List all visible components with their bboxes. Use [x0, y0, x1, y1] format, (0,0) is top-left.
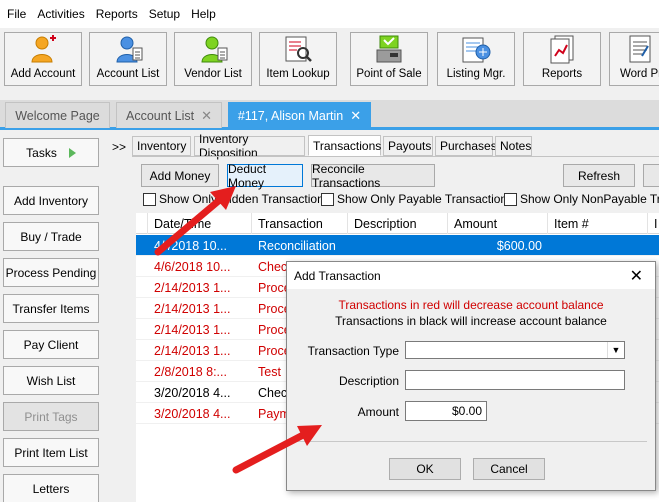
cell-description: [348, 235, 448, 256]
tab-welcome-page[interactable]: Welcome Page: [5, 102, 110, 128]
cell-date: 4/ /2018 10...: [154, 238, 227, 253]
show-hidden-checkbox[interactable]: Show Only Hidden Transactions: [143, 192, 330, 206]
refresh-button[interactable]: Refresh: [563, 164, 635, 187]
item-lookup-icon: [285, 36, 312, 62]
tab-account-list[interactable]: Account List ✕: [116, 102, 222, 128]
reports-button[interactable]: Reports: [523, 32, 601, 86]
tab-account-117[interactable]: #117, Alison Martin ✕: [228, 102, 371, 128]
point-of-sale-button[interactable]: Point of Sale: [350, 32, 428, 86]
collapse-toggle[interactable]: >>: [112, 140, 126, 154]
task-sidebar: Tasks Add Inventory Buy / Trade Process …: [0, 133, 104, 502]
add-account-button[interactable]: Add Account: [4, 32, 82, 86]
item-lookup-button[interactable]: Item Lookup: [259, 32, 337, 86]
dialog-title-bar: Add Transaction ✕: [287, 262, 655, 289]
add-inventory-button[interactable]: Add Inventory: [3, 186, 99, 215]
wish-list-button[interactable]: Wish List: [3, 366, 99, 395]
reports-icon: [550, 35, 574, 64]
letters-button[interactable]: Letters: [3, 474, 99, 502]
print-item-list-button[interactable]: Print Item List: [3, 438, 99, 467]
account-list-button[interactable]: Account List: [89, 32, 167, 86]
listing-manager-icon: [462, 37, 491, 63]
deduct-money-button[interactable]: Deduct Money: [227, 162, 303, 190]
column-header-description[interactable]: Description: [348, 213, 448, 234]
column-header-transaction[interactable]: Transaction: [252, 213, 348, 234]
word-processor-button[interactable]: Word Pr: [609, 32, 659, 86]
checkbox-box[interactable]: [321, 192, 334, 206]
print-tags-button: Print Tags: [3, 402, 99, 431]
cell-date: 2/14/2013 1...: [154, 343, 231, 358]
subtab-inventory-disposition[interactable]: Inventory Disposition: [194, 132, 305, 160]
column-header-date[interactable]: Date/Time: [148, 213, 252, 234]
process-pending-button[interactable]: Process Pending: [3, 258, 99, 287]
cell-amount: $600.00: [496, 238, 542, 253]
description-label: Description: [338, 374, 399, 388]
document-tabs: Welcome Page Account List ✕ #117, Alison…: [0, 100, 659, 130]
cell-date: 2/8/2018 8:...: [154, 364, 227, 379]
arrow-right-icon: [68, 147, 76, 158]
menu-setup[interactable]: Setup: [149, 7, 180, 21]
grid-header: Date/Time Transaction Description Amount…: [136, 213, 659, 234]
menu-help[interactable]: Help: [191, 7, 216, 21]
column-header-item-number[interactable]: Item #: [548, 213, 648, 234]
account-list-icon: [116, 36, 143, 63]
point-of-sale-icon: [376, 35, 402, 63]
description-input[interactable]: [405, 370, 625, 390]
subtab-transactions[interactable]: Transactions: [308, 135, 381, 156]
dialog-red-note: Transactions in red will decrease accoun…: [338, 298, 604, 312]
menu-file[interactable]: File: [7, 7, 26, 21]
amount-input[interactable]: $0.00: [405, 401, 487, 421]
cancel-button[interactable]: Cancel: [473, 458, 545, 480]
cell-date: 2/14/2013 1...: [154, 280, 231, 295]
listing-manager-button[interactable]: Listing Mgr.: [437, 32, 515, 86]
cell-transaction: Reconciliation: [258, 238, 336, 253]
vendor-list-icon: [201, 36, 228, 63]
cell-date: 2/14/2013 1...: [154, 301, 231, 316]
show-nonpayable-checkbox[interactable]: Show Only NonPayable Trans: [504, 192, 659, 206]
transfer-items-button[interactable]: Transfer Items: [3, 294, 99, 323]
add-money-button[interactable]: Add Money: [141, 164, 219, 187]
dialog-black-note: Transactions in black will increase acco…: [335, 314, 607, 328]
vendor-list-button[interactable]: Vendor List: [174, 32, 252, 86]
word-processor-icon: [629, 35, 651, 63]
amount-label: Amount: [357, 405, 399, 419]
dialog-title: Add Transaction: [294, 268, 381, 283]
column-header-amount[interactable]: Amount: [448, 213, 548, 234]
checkbox-box[interactable]: [504, 192, 517, 206]
subtab-inventory[interactable]: Inventory: [132, 136, 191, 156]
cell-date: 4/6/2018 10...: [154, 259, 231, 274]
tasks-button[interactable]: Tasks: [3, 138, 99, 167]
close-icon[interactable]: ✕: [201, 108, 212, 124]
more-button[interactable]: [643, 164, 659, 187]
main-toolbar: Add Account Account List Vendor List Ite…: [0, 28, 659, 90]
transaction-type-label: Transaction Type: [307, 344, 399, 358]
pay-client-button[interactable]: Pay Client: [3, 330, 99, 359]
subtab-payouts[interactable]: Payouts: [383, 136, 433, 156]
dialog-divider: [297, 441, 647, 442]
subtab-notes[interactable]: Notes: [495, 136, 532, 156]
menu-activities[interactable]: Activities: [37, 7, 84, 21]
menu-bar: File Activities Reports Setup Help: [0, 0, 659, 28]
row-indicator-header: [136, 213, 148, 234]
subtab-divider: [132, 156, 659, 157]
cell-date: 3/20/2018 4...: [154, 385, 231, 400]
transaction-type-select[interactable]: ▼: [405, 341, 625, 359]
add-account-icon: [31, 35, 56, 63]
cell-date: 3/20/2018 4...: [154, 406, 231, 421]
chevron-down-icon[interactable]: ▼: [607, 342, 624, 358]
show-payable-checkbox[interactable]: Show Only Payable Transactions: [321, 192, 513, 206]
table-row[interactable]: 4/ /2018 10... Reconciliation $600.00: [136, 235, 659, 256]
ok-button[interactable]: OK: [389, 458, 461, 480]
checkbox-box[interactable]: [143, 192, 156, 206]
column-header-extra[interactable]: I: [648, 213, 659, 234]
menu-reports[interactable]: Reports: [96, 7, 138, 21]
account-subtabs: Inventory Inventory Disposition Transact…: [132, 132, 659, 160]
subtab-purchases[interactable]: Purchases: [435, 136, 497, 156]
close-icon[interactable]: ✕: [350, 108, 361, 124]
add-transaction-dialog: Add Transaction ✕ Transactions in red wi…: [286, 261, 656, 491]
cell-date: 2/14/2013 1...: [154, 322, 231, 337]
close-icon[interactable]: ✕: [630, 266, 643, 286]
reconcile-transactions-button[interactable]: Reconcile Transactions: [311, 162, 435, 190]
buy-trade-button[interactable]: Buy / Trade: [3, 222, 99, 251]
